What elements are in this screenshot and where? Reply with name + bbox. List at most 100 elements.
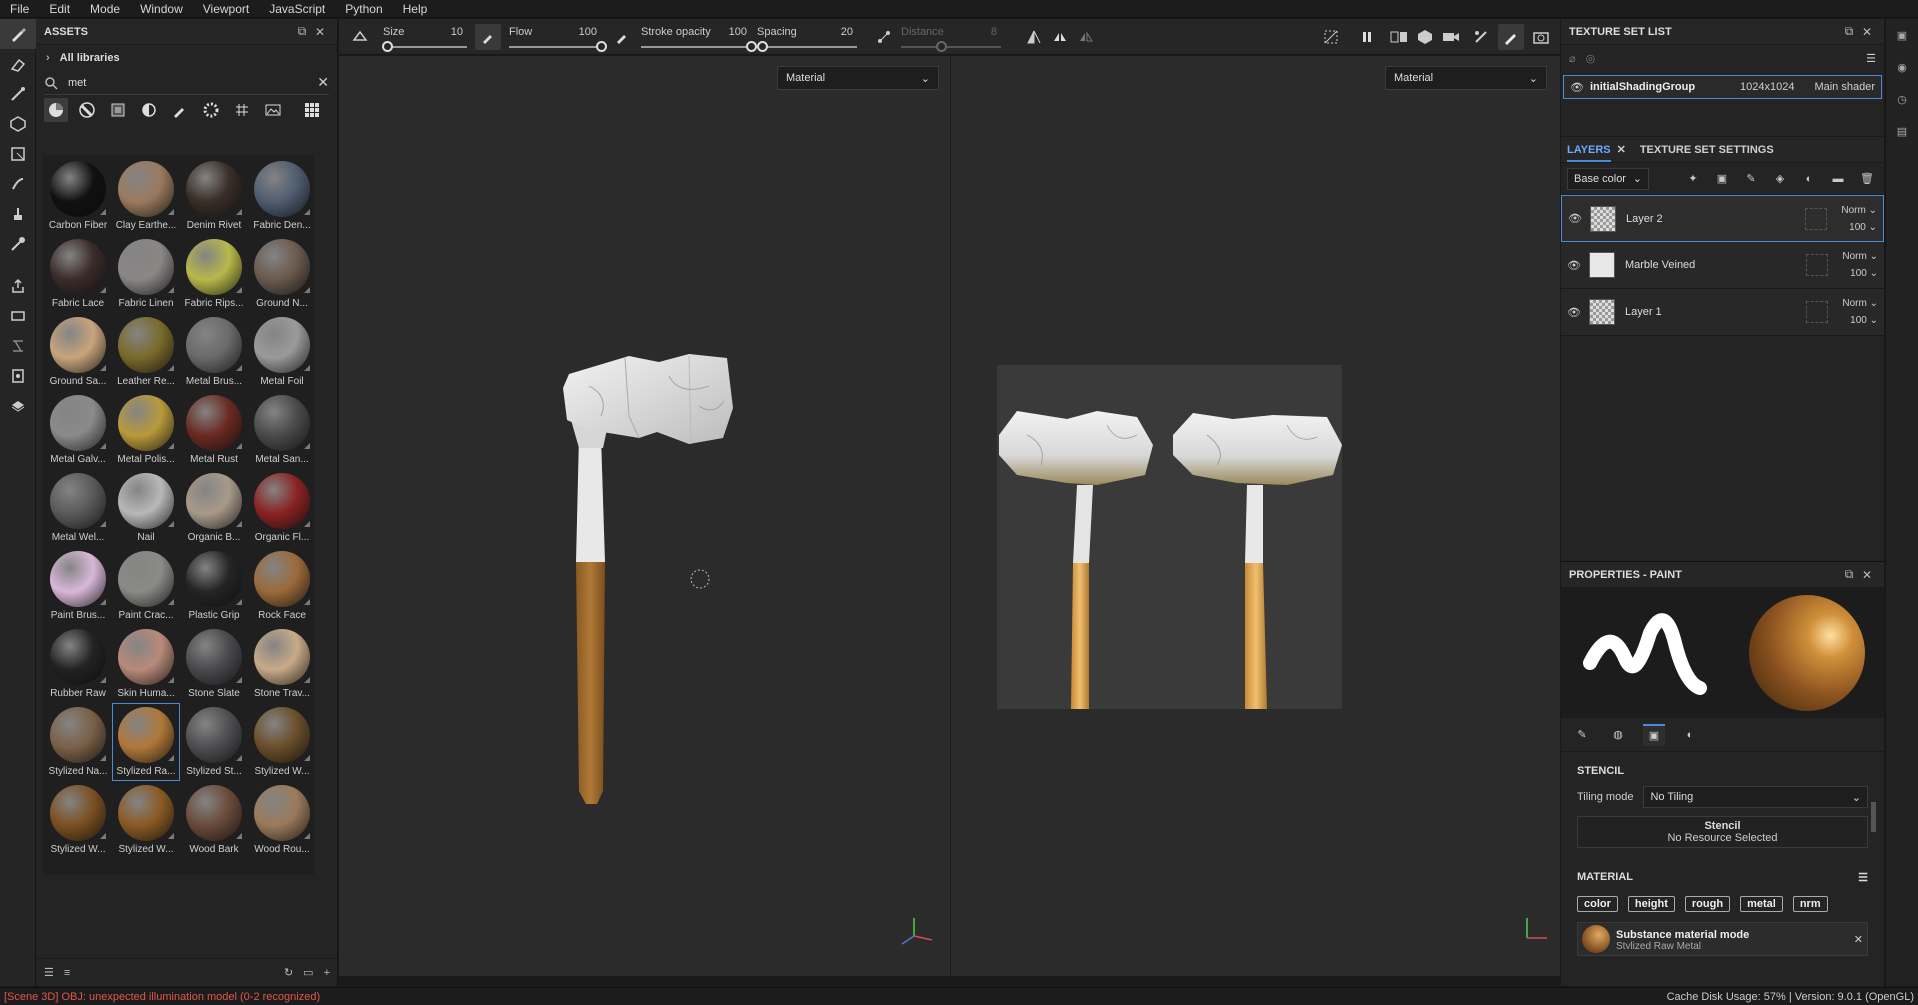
link-icon[interactable]: ⌀ <box>1569 52 1576 65</box>
asset-item[interactable]: Fabric Lace <box>44 235 112 313</box>
filter-filters-icon[interactable] <box>137 98 161 122</box>
brush-tab-icon[interactable]: ✎ <box>1571 724 1593 746</box>
channel-toggle-nrm[interactable]: nrm <box>1792 896 1828 912</box>
opacity-track[interactable] <box>641 40 757 52</box>
visibility-icon[interactable]: ◎ <box>1586 52 1596 65</box>
tab-texture-set-settings[interactable]: TEXTURE SET SETTINGS <box>1640 144 1774 156</box>
stencil-resource-picker[interactable]: Stencil No Resource Selected <box>1577 816 1868 848</box>
viewport-2d[interactable]: Material ⌄ <box>951 56 1560 976</box>
asset-item[interactable]: Nail <box>112 469 180 547</box>
substance-material-row[interactable]: Substance material mode Stylized Raw Met… <box>1577 922 1868 956</box>
material-tab-icon[interactable]: ◐ <box>1679 724 1701 746</box>
layer-opacity[interactable]: 100 ⌄ <box>1850 315 1878 326</box>
add-effect-icon[interactable]: ✦ <box>1682 168 1704 190</box>
bake-icon[interactable] <box>0 301 36 331</box>
spacing-slider[interactable]: Spacing 20 <box>757 19 857 55</box>
size-pen-pressure-icon[interactable] <box>475 23 501 50</box>
stroke-opacity-slider[interactable]: Stroke opacity 100 <box>641 19 757 55</box>
add-paint-layer-icon[interactable]: ✎ <box>1740 168 1762 190</box>
asset-item[interactable]: Metal Foil <box>248 313 316 391</box>
view-options-icon[interactable] <box>300 98 324 122</box>
search-bar[interactable]: met ✕ <box>44 71 329 95</box>
channel-toggle-metal[interactable]: metal <box>1740 896 1783 912</box>
float-panel-icon[interactable]: ⧉ <box>293 24 311 39</box>
asset-item[interactable]: Stylized Ra... <box>112 703 180 781</box>
channel-select[interactable]: Base color ⌄ <box>1567 167 1649 190</box>
export-icon[interactable] <box>0 271 36 301</box>
uv-canvas[interactable] <box>997 365 1342 709</box>
asset-item[interactable]: Plastic Grip <box>180 547 248 625</box>
spacing-knob[interactable] <box>757 40 768 52</box>
eye-icon[interactable]: 👁 <box>1570 81 1584 94</box>
lazy-distance-icon[interactable] <box>871 24 897 50</box>
asset-item[interactable]: Fabric Den... <box>248 157 316 235</box>
filter-grid-icon[interactable] <box>230 98 254 122</box>
eraser-tool[interactable] <box>0 49 36 79</box>
asset-item[interactable]: Metal Galv... <box>44 391 112 469</box>
material-menu-icon[interactable]: ☰ <box>1858 871 1868 884</box>
add-mask-icon[interactable]: ▣ <box>1711 168 1733 190</box>
refresh-icon[interactable]: ↻ <box>284 966 293 979</box>
menu-window[interactable]: Window <box>130 0 193 18</box>
close-icon[interactable]: ✕ <box>1858 568 1876 582</box>
asset-item[interactable]: Metal San... <box>248 391 316 469</box>
asset-item[interactable]: Organic B... <box>180 469 248 547</box>
layer-row[interactable]: 👁 Marble Veined Norm ⌄ 100 ⌄ <box>1561 242 1884 289</box>
asset-item[interactable]: Paint Brus... <box>44 547 112 625</box>
light-icon[interactable] <box>1468 24 1494 50</box>
close-icon[interactable]: ✕ <box>1617 143 1626 156</box>
asset-item[interactable]: Clay Earthe... <box>112 157 180 235</box>
spacing-track[interactable] <box>757 40 857 52</box>
search-input[interactable]: met <box>58 77 317 89</box>
channel-toggle-rough[interactable]: rough <box>1684 896 1731 912</box>
shader-settings-icon[interactable] <box>0 391 36 421</box>
asset-item[interactable]: Metal Wel... <box>44 469 112 547</box>
asset-item[interactable]: Metal Polis... <box>112 391 180 469</box>
display-settings-icon[interactable] <box>0 361 36 391</box>
settings-menu-icon[interactable]: ☰ <box>1866 52 1876 65</box>
asset-item[interactable]: Metal Brus... <box>180 313 248 391</box>
folder-icon[interactable]: ▭ <box>303 966 313 979</box>
viewport-3d[interactable]: Material ⌄ <box>339 56 950 976</box>
layer-name[interactable]: Layer 1 <box>1625 306 1806 318</box>
pause-icon[interactable] <box>1354 24 1380 50</box>
layer-opacity[interactable]: 100 ⌄ <box>1849 222 1877 233</box>
asset-item[interactable]: Fabric Rips... <box>180 235 248 313</box>
alpha-tab-icon[interactable]: ◍ <box>1607 724 1629 746</box>
layer-row[interactable]: 👁 Layer 2 Norm ⌄ 100 ⌄ <box>1561 195 1884 242</box>
history-icon[interactable]: ◷ <box>1886 83 1918 115</box>
blend-mode[interactable]: Norm ⌄ <box>1841 205 1877 216</box>
asset-item[interactable]: Ground Sa... <box>44 313 112 391</box>
eye-icon[interactable]: 👁 <box>1567 306 1581 319</box>
size-slider[interactable]: Size 10 <box>382 19 467 55</box>
menu-python[interactable]: Python <box>335 0 392 18</box>
filter-environments-icon[interactable] <box>261 98 285 122</box>
size-track[interactable] <box>382 40 467 52</box>
asset-item[interactable]: Skin Huma... <box>112 625 180 703</box>
asset-item[interactable]: Paint Crac... <box>112 547 180 625</box>
filter-brushes-icon[interactable] <box>168 98 192 122</box>
add-fill-layer-icon[interactable]: ◈ <box>1769 168 1791 190</box>
asset-item[interactable]: Wood Bark <box>180 781 248 859</box>
close-icon[interactable]: ✕ <box>311 25 329 39</box>
blend-mode[interactable]: Norm ⌄ <box>1842 251 1878 262</box>
eye-icon[interactable]: 👁 <box>1567 259 1581 272</box>
filter-masks-icon[interactable] <box>106 98 130 122</box>
flow-pen-pressure-icon[interactable] <box>609 24 635 50</box>
lazy-mouse-icon[interactable] <box>347 24 373 50</box>
channel-toggle-height[interactable]: height <box>1627 896 1675 912</box>
asset-item[interactable]: Ground N... <box>248 235 316 313</box>
asset-item[interactable]: Stylized W... <box>112 781 180 859</box>
polygon-fill-tool[interactable] <box>0 139 36 169</box>
sort-icon[interactable]: ≡ <box>64 967 70 979</box>
cube-icon[interactable] <box>1412 24 1438 50</box>
mirror-icon[interactable] <box>1047 24 1073 50</box>
add-folder-icon[interactable]: ▬ <box>1827 168 1849 190</box>
paint-tool[interactable] <box>0 19 36 49</box>
flow-track[interactable] <box>509 40 607 52</box>
layer-mask-slot[interactable] <box>1806 254 1828 276</box>
filter-materials-icon[interactable] <box>44 98 68 122</box>
distance-track[interactable] <box>901 40 1001 52</box>
projection-tool[interactable] <box>0 79 36 109</box>
eye-icon[interactable]: 👁 <box>1568 212 1582 225</box>
